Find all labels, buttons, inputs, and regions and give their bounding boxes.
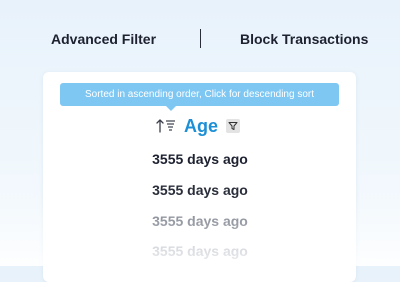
age-column-title[interactable]: Age: [184, 116, 218, 137]
sort-ascending-icon[interactable]: [156, 118, 176, 134]
table-row: 3555 days ago: [152, 243, 248, 259]
table-row: 3555 days ago: [152, 182, 248, 198]
top-navigation: Advanced Filter Block Transactions: [0, 0, 400, 78]
age-column-header: Age: [156, 113, 241, 139]
nav-divider: [200, 29, 201, 48]
sort-tooltip: Sorted in ascending order, Click for des…: [60, 83, 339, 106]
table-row: 3555 days ago: [152, 151, 248, 167]
tab-block-transactions[interactable]: Block Transactions: [240, 31, 368, 47]
filter-icon[interactable]: [226, 119, 241, 133]
tooltip-arrow: [166, 106, 176, 111]
table-row: 3555 days ago: [152, 213, 248, 229]
tab-advanced-filter[interactable]: Advanced Filter: [51, 31, 156, 47]
